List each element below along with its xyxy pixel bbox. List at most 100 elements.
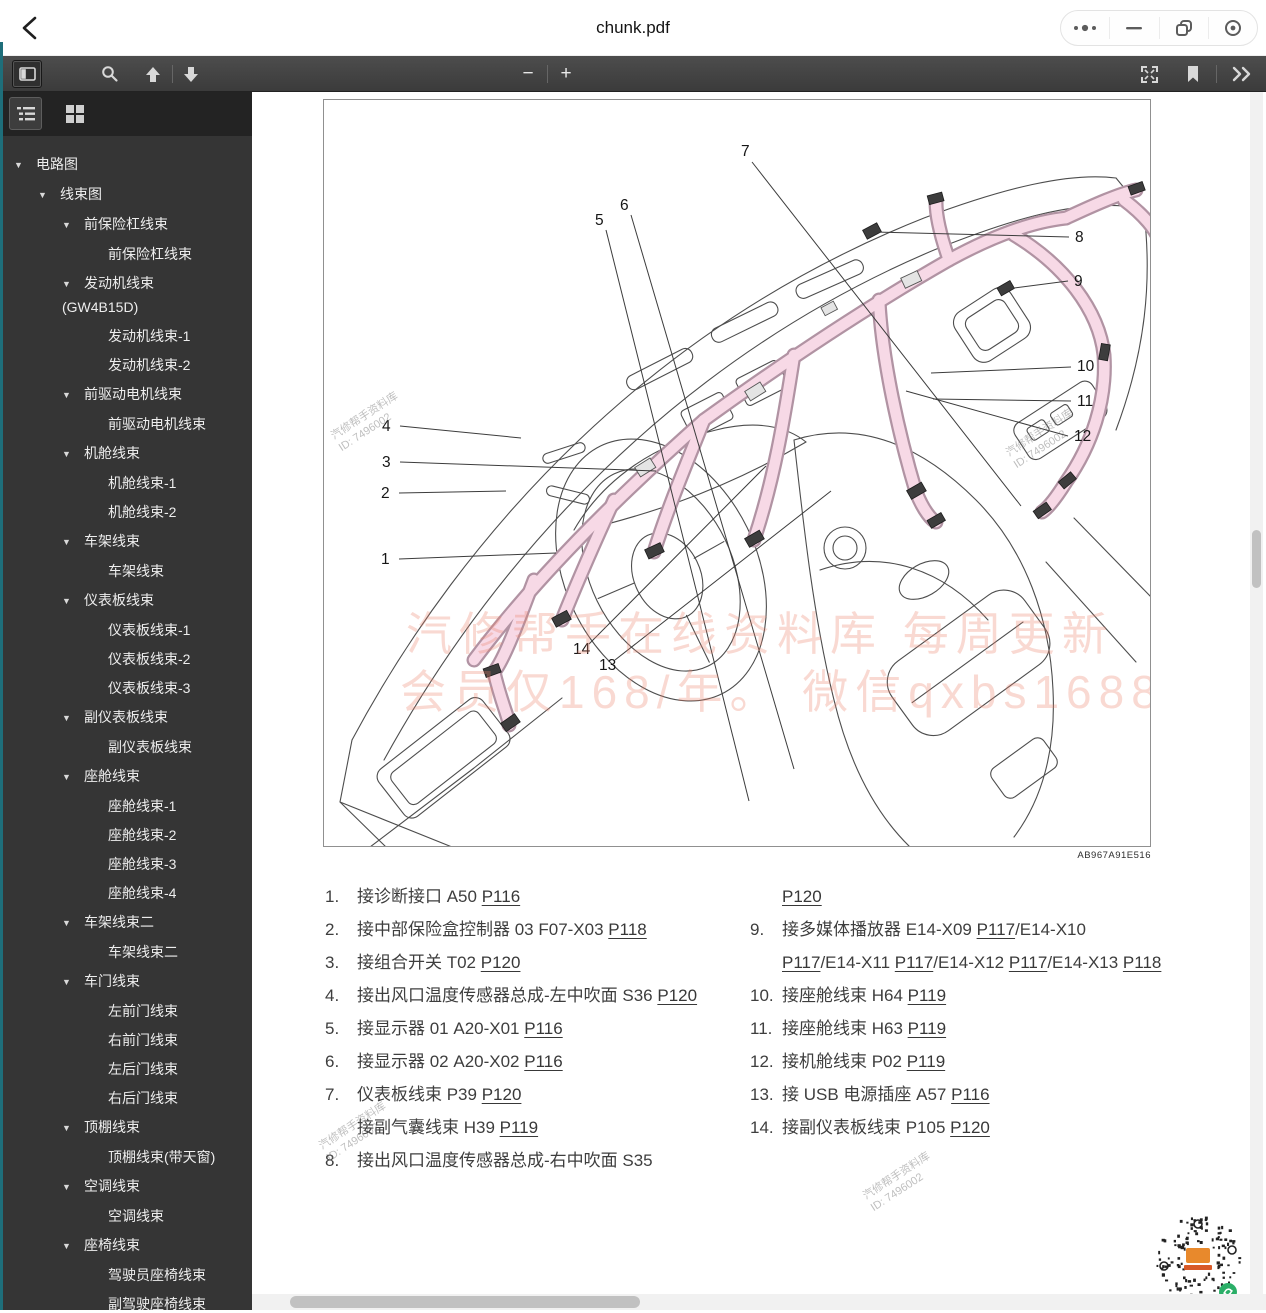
- legend-left-column: 1.接诊断接口 A50 P1162.接中部保险盒控制器 03 F07-X03 P…: [325, 880, 743, 1177]
- expand-arrow-icon[interactable]: ▼: [38, 181, 60, 210]
- page-link[interactable]: P116: [524, 1019, 562, 1038]
- sidebar-item[interactable]: ▼座舱线束: [0, 762, 252, 792]
- thumbnails-view-button[interactable]: [58, 97, 91, 130]
- more-menu-button[interactable]: [1061, 17, 1109, 39]
- sidebar-item[interactable]: ▼前驱动电机线束: [0, 380, 252, 410]
- sidebar-item[interactable]: ▼电路图: [0, 150, 252, 180]
- minimize-button[interactable]: [1109, 17, 1158, 39]
- sidebar-item[interactable]: 空调线束: [0, 1202, 252, 1231]
- vertical-scrollbar[interactable]: [1250, 92, 1263, 1294]
- outline-view-button[interactable]: [9, 97, 42, 130]
- sidebar-item[interactable]: 发动机线束-1: [0, 322, 252, 351]
- sidebar-item[interactable]: ▼车架线束: [0, 527, 252, 557]
- sidebar-item[interactable]: 仪表板线束-3: [0, 674, 252, 703]
- sidebar-item[interactable]: 仪表板线束-2: [0, 645, 252, 674]
- expand-arrow-icon[interactable]: ▼: [14, 151, 36, 180]
- sidebar-item[interactable]: 前保险杠线束: [0, 240, 252, 269]
- next-page-button[interactable]: [179, 60, 203, 88]
- sidebar-item[interactable]: 座舱线束-3: [0, 850, 252, 879]
- page-link[interactable]: P119: [908, 986, 946, 1005]
- more-tools-button[interactable]: [1228, 60, 1256, 88]
- sidebar-panel: ▼电路图▼线束图▼前保险杠线束前保险杠线束▼发动机线束 (GW4B15D)发动机…: [0, 92, 252, 1310]
- page-link[interactable]: P120: [950, 1118, 990, 1137]
- sidebar-item-label: 仪表板线束-2: [108, 651, 190, 667]
- sidebar-item[interactable]: ▼副仪表板线束: [0, 703, 252, 733]
- sidebar-item[interactable]: ▼前保险杠线束: [0, 210, 252, 240]
- page-link[interactable]: P120: [482, 1085, 522, 1104]
- record-button[interactable]: [1208, 17, 1257, 39]
- page-link[interactable]: P117: [895, 953, 933, 972]
- bookmark-button[interactable]: [1182, 60, 1204, 88]
- expand-arrow-icon[interactable]: ▼: [62, 1114, 84, 1143]
- expand-arrow-icon[interactable]: ▼: [62, 381, 84, 410]
- vertical-scrollbar-thumb[interactable]: [1252, 530, 1261, 588]
- sidebar-toggle-button[interactable]: [12, 60, 42, 88]
- fullscreen-button[interactable]: [1136, 60, 1162, 88]
- sidebar-item[interactable]: 座舱线束-4: [0, 879, 252, 908]
- page-link[interactable]: P117: [977, 920, 1015, 939]
- sidebar-item[interactable]: ▼座椅线束: [0, 1231, 252, 1261]
- sidebar-item[interactable]: ▼机舱线束: [0, 439, 252, 469]
- sidebar-item[interactable]: ▼仪表板线束: [0, 586, 252, 616]
- sidebar-item[interactable]: ▼线束图: [0, 180, 252, 210]
- previous-page-button[interactable]: [141, 60, 165, 88]
- sidebar-item[interactable]: 仪表板线束-1: [0, 616, 252, 645]
- page-link[interactable]: P120: [782, 887, 822, 906]
- legend-item-number: 5.: [325, 1012, 339, 1045]
- sidebar-item-label: 右前门线束: [108, 1032, 178, 1048]
- page-link[interactable]: P116: [951, 1085, 989, 1104]
- sidebar-item[interactable]: ▼顶棚线束: [0, 1113, 252, 1143]
- sidebar-item[interactable]: 顶棚线束(带天窗): [0, 1143, 252, 1172]
- page-link[interactable]: P118: [608, 920, 646, 939]
- restore-button[interactable]: [1159, 17, 1208, 39]
- expand-arrow-icon[interactable]: ▼: [62, 440, 84, 469]
- expand-arrow-icon[interactable]: ▼: [62, 968, 84, 997]
- sidebar-item[interactable]: 发动机线束-2: [0, 351, 252, 380]
- sidebar-item-label: 前驱动电机线束: [84, 386, 182, 402]
- sidebar-item[interactable]: 副仪表板线束: [0, 733, 252, 762]
- expand-arrow-icon[interactable]: ▼: [62, 909, 84, 938]
- sidebar-item[interactable]: 车架线束二: [0, 938, 252, 967]
- page-link[interactable]: P117: [1009, 953, 1047, 972]
- sidebar-item[interactable]: 机舱线束-2: [0, 498, 252, 527]
- horizontal-scrollbar[interactable]: [252, 1294, 1266, 1310]
- sidebar-item[interactable]: ▼发动机线束 (GW4B15D): [0, 269, 252, 322]
- page-link[interactable]: P120: [657, 986, 697, 1005]
- page-link[interactable]: P119: [500, 1118, 538, 1137]
- sidebar-item[interactable]: 座舱线束-1: [0, 792, 252, 821]
- sidebar-item[interactable]: 机舱线束-1: [0, 469, 252, 498]
- horizontal-scrollbar-thumb[interactable]: [290, 1296, 640, 1308]
- page-link[interactable]: P120: [481, 953, 521, 972]
- sidebar-item[interactable]: 副驾驶座椅线束: [0, 1290, 252, 1310]
- page-link[interactable]: P119: [908, 1019, 946, 1038]
- sidebar-item[interactable]: ▼车门线束: [0, 967, 252, 997]
- sidebar-item[interactable]: 驾驶员座椅线束: [0, 1261, 252, 1290]
- sidebar-item[interactable]: 右后门线束: [0, 1084, 252, 1113]
- expand-arrow-icon[interactable]: ▼: [62, 1173, 84, 1202]
- sidebar-item[interactable]: 右前门线束: [0, 1026, 252, 1055]
- sidebar-item[interactable]: 左前门线束: [0, 997, 252, 1026]
- expand-arrow-icon[interactable]: ▼: [62, 528, 84, 557]
- page-link[interactable]: P116: [482, 887, 520, 906]
- zoom-out-button[interactable]: −: [516, 60, 540, 88]
- search-button[interactable]: [98, 60, 122, 88]
- zoom-in-button[interactable]: +: [554, 60, 578, 88]
- sidebar-item[interactable]: 前驱动电机线束: [0, 410, 252, 439]
- page-link[interactable]: P118: [1123, 953, 1161, 972]
- expand-arrow-icon[interactable]: ▼: [62, 1232, 84, 1261]
- page-link[interactable]: P116: [524, 1052, 562, 1071]
- sidebar-item[interactable]: 座舱线束-2: [0, 821, 252, 850]
- sidebar-item[interactable]: 左后门线束: [0, 1055, 252, 1084]
- expand-arrow-icon[interactable]: ▼: [62, 211, 84, 240]
- expand-arrow-icon[interactable]: ▼: [62, 763, 84, 792]
- expand-arrow-icon[interactable]: ▼: [62, 704, 84, 733]
- page-link[interactable]: P119: [907, 1052, 945, 1071]
- sidebar-item-label: 座舱线束-3: [108, 856, 176, 872]
- sidebar-item[interactable]: ▼空调线束: [0, 1172, 252, 1202]
- sidebar-item[interactable]: ▼车架线束二: [0, 908, 252, 938]
- sidebar-item[interactable]: 车架线束: [0, 557, 252, 586]
- page-link[interactable]: P117: [782, 953, 820, 972]
- legend-item-number: 1.: [325, 880, 339, 913]
- expand-arrow-icon[interactable]: ▼: [62, 273, 84, 296]
- expand-arrow-icon[interactable]: ▼: [62, 587, 84, 616]
